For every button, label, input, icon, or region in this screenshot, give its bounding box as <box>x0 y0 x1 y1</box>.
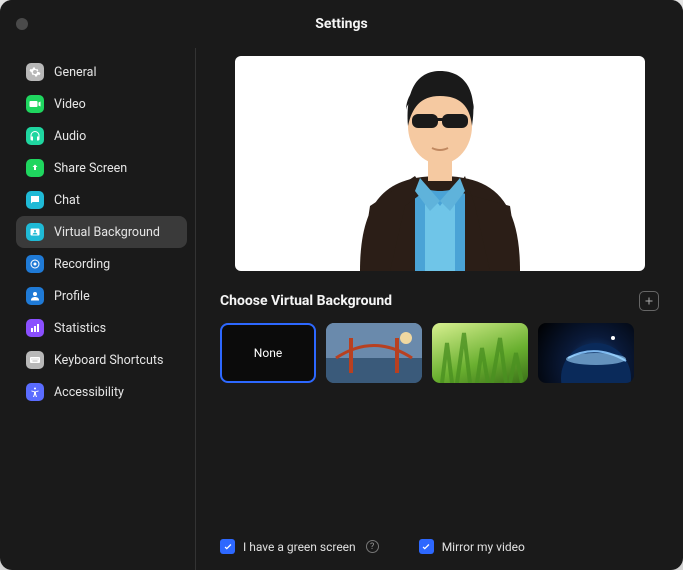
profile-icon <box>26 287 44 305</box>
content-panel: Choose Virtual Background None <box>196 48 683 570</box>
sidebar-item-label: Keyboard Shortcuts <box>54 353 163 368</box>
sidebar-item-video[interactable]: Video <box>16 88 187 120</box>
close-window-button[interactable] <box>16 18 28 30</box>
sidebar-item-label: Chat <box>54 193 80 208</box>
gear-icon <box>26 63 44 81</box>
settings-window: Settings General Video Audio <box>0 0 683 570</box>
background-option-earth[interactable] <box>538 323 634 383</box>
mirror-video-checkbox[interactable]: Mirror my video <box>419 539 525 554</box>
mirror-video-label: Mirror my video <box>442 540 525 554</box>
sidebar-item-recording[interactable]: Recording <box>16 248 187 280</box>
background-option-grass[interactable] <box>432 323 528 383</box>
sidebar-item-label: Audio <box>54 129 86 144</box>
window-title: Settings <box>315 16 367 32</box>
help-icon[interactable]: ? <box>366 540 379 553</box>
checkbox-checked-icon <box>419 539 434 554</box>
sidebar-item-label: Virtual Background <box>54 225 160 240</box>
grass-thumbnail <box>432 323 528 383</box>
earth-thumbnail <box>538 323 634 383</box>
virtual-background-icon <box>26 223 44 241</box>
green-screen-checkbox[interactable]: I have a green screen ? <box>220 539 379 554</box>
headphones-icon <box>26 127 44 145</box>
checkbox-checked-icon <box>220 539 235 554</box>
sidebar-item-label: Accessibility <box>54 385 124 400</box>
sidebar-item-label: General <box>54 65 97 80</box>
titlebar: Settings <box>0 0 683 48</box>
bridge-thumbnail <box>326 323 422 383</box>
sidebar-item-profile[interactable]: Profile <box>16 280 187 312</box>
sidebar-item-keyboard-shortcuts[interactable]: Keyboard Shortcuts <box>16 344 187 376</box>
sidebar-item-general[interactable]: General <box>16 56 187 88</box>
background-option-label: None <box>254 346 282 360</box>
sidebar-item-label: Share Screen <box>54 161 127 176</box>
sidebar-item-label: Statistics <box>54 321 106 336</box>
sidebar-item-statistics[interactable]: Statistics <box>16 312 187 344</box>
section-title: Choose Virtual Background <box>220 293 392 309</box>
sidebar-item-label: Profile <box>54 289 90 304</box>
statistics-icon <box>26 319 44 337</box>
window-body: General Video Audio Share Screen <box>0 48 683 570</box>
background-option-none[interactable]: None <box>220 323 316 383</box>
background-thumbnails: None <box>220 323 659 383</box>
video-icon <box>26 95 44 113</box>
background-option-bridge[interactable] <box>326 323 422 383</box>
sidebar-item-accessibility[interactable]: Accessibility <box>16 376 187 408</box>
accessibility-icon <box>26 383 44 401</box>
recording-icon <box>26 255 44 273</box>
sidebar-item-audio[interactable]: Audio <box>16 120 187 152</box>
plus-icon <box>643 295 655 307</box>
sidebar-item-label: Recording <box>54 257 110 272</box>
sidebar-item-label: Video <box>54 97 86 112</box>
add-background-button[interactable] <box>639 291 659 311</box>
options-row: I have a green screen ? Mirror my video <box>220 523 659 554</box>
green-screen-label: I have a green screen <box>243 540 356 554</box>
sidebar-item-chat[interactable]: Chat <box>16 184 187 216</box>
section-header: Choose Virtual Background <box>220 291 659 311</box>
sidebar-item-share-screen[interactable]: Share Screen <box>16 152 187 184</box>
sidebar-item-virtual-background[interactable]: Virtual Background <box>16 216 187 248</box>
keyboard-icon <box>26 351 44 369</box>
video-preview <box>235 56 645 271</box>
share-screen-icon <box>26 159 44 177</box>
avatar-illustration <box>330 56 550 271</box>
sidebar: General Video Audio Share Screen <box>0 48 196 570</box>
chat-icon <box>26 191 44 209</box>
